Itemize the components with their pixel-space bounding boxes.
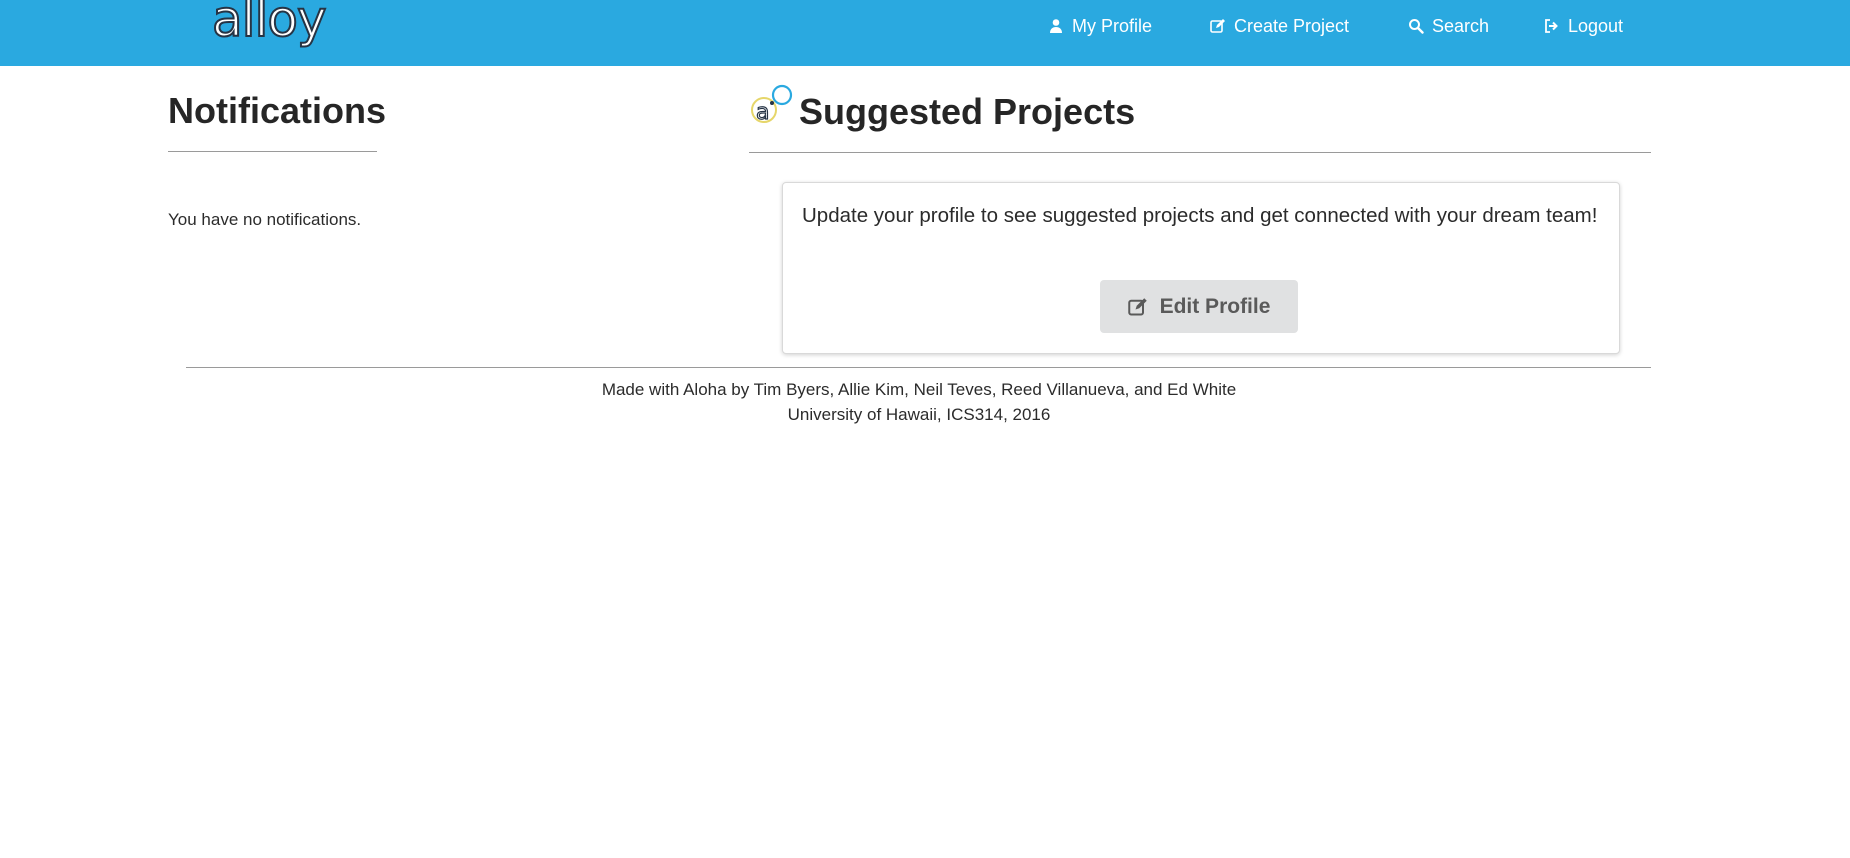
edit-profile-button[interactable]: Edit Profile [1100, 280, 1298, 333]
alloy-mini-logo-icon: a [751, 84, 793, 126]
nav-search[interactable]: Search [1408, 14, 1489, 38]
footer-divider [186, 367, 1651, 368]
nav-search-label: Search [1432, 15, 1490, 36]
nav-create-project-label: Create Project [1234, 15, 1350, 36]
svg-text:a: a [756, 100, 769, 125]
top-navbar: alloy My Profile Create Project Search L… [0, 0, 1850, 66]
search-icon [1408, 18, 1424, 34]
nav-my-profile-label: My Profile [1072, 15, 1153, 36]
nav-create-project[interactable]: Create Project [1210, 14, 1349, 38]
update-profile-message: Update your profile to see suggested pro… [802, 204, 1598, 227]
edit-icon [1210, 18, 1226, 34]
nav-my-profile[interactable]: My Profile [1048, 14, 1152, 38]
logout-icon [1544, 18, 1560, 34]
notifications-title: Notifications [168, 90, 387, 131]
suggested-projects-card: Update your profile to see suggested pro… [782, 182, 1620, 354]
suggested-divider [749, 152, 1651, 153]
brand-logo[interactable]: alloy [211, 0, 328, 45]
notifications-divider [168, 151, 377, 152]
footer-university: University of Hawaii, ICS314, 2016 [787, 405, 1051, 424]
footer-credits: Made with Aloha by Tim Byers, Allie Kim,… [601, 380, 1237, 399]
nav-logout-label: Logout [1568, 15, 1624, 36]
edit-profile-label: Edit Profile [1159, 294, 1271, 318]
user-icon [1048, 18, 1064, 34]
nav-logout[interactable]: Logout [1544, 14, 1623, 38]
edit-icon [1127, 297, 1148, 317]
suggested-projects-title: Suggested Projects [799, 91, 1136, 132]
no-notifications-text: You have no notifications. [168, 210, 362, 229]
